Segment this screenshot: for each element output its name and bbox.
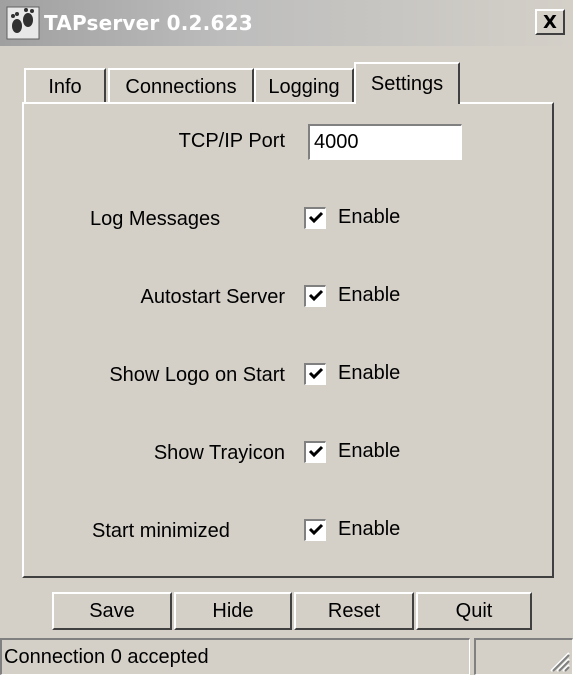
- start-minimized-checkbox-box[interactable]: [304, 518, 326, 541]
- show-logo-label: Show Logo on Start: [109, 364, 285, 386]
- log-messages-enable-label: Enable: [338, 206, 401, 228]
- tab-logging[interactable]: Logging: [254, 68, 354, 104]
- show-logo-checkbox[interactable]: Enable: [304, 362, 400, 385]
- autostart-server-enable-label: Enable: [338, 284, 401, 306]
- status-message: Connection 0 accepted: [0, 638, 470, 675]
- tab-info[interactable]: Info: [24, 68, 106, 104]
- show-trayicon-enable-label: Enable: [338, 440, 401, 462]
- checkmark-icon: [308, 289, 323, 302]
- log-messages-label: Log Messages: [90, 208, 221, 230]
- autostart-server-checkbox-box[interactable]: [304, 284, 326, 307]
- tab-settings-label: Settings: [370, 72, 444, 95]
- status-bar: Connection 0 accepted: [0, 638, 573, 675]
- tab-settings[interactable]: Settings: [354, 62, 460, 104]
- show-trayicon-checkbox-box[interactable]: [304, 440, 326, 463]
- title-bar: TAPserver 0.2.623 X: [0, 0, 573, 46]
- tab-info-label: Info: [48, 75, 82, 98]
- app-icon: [6, 6, 40, 40]
- show-trayicon-label: Show Trayicon: [153, 442, 285, 464]
- hide-button[interactable]: Hide: [174, 592, 292, 630]
- tab-connections[interactable]: Connections: [108, 68, 254, 104]
- quit-button[interactable]: Quit: [416, 592, 532, 630]
- settings-panel: [22, 102, 554, 578]
- show-trayicon-checkbox[interactable]: Enable: [304, 440, 400, 463]
- show-logo-checkbox-box[interactable]: [304, 362, 326, 385]
- close-button[interactable]: X: [535, 9, 565, 35]
- autostart-server-label: Autostart Server: [140, 286, 285, 308]
- log-messages-checkbox-box[interactable]: [304, 206, 326, 229]
- checkmark-icon: [308, 211, 323, 224]
- start-minimized-label: Start minimized: [92, 520, 230, 542]
- checkmark-icon: [308, 367, 323, 380]
- tab-connections-label: Connections: [125, 75, 237, 98]
- close-icon: X: [543, 11, 557, 33]
- start-minimized-checkbox[interactable]: Enable: [304, 518, 400, 541]
- checkmark-icon: [308, 445, 323, 458]
- port-label: TCP/IP Port: [178, 130, 285, 152]
- autostart-server-checkbox[interactable]: Enable: [304, 284, 400, 307]
- start-minimized-enable-label: Enable: [338, 518, 401, 540]
- port-input[interactable]: [308, 124, 462, 160]
- resize-grip-icon[interactable]: [545, 647, 571, 673]
- tab-logging-label: Logging: [268, 75, 340, 98]
- show-logo-enable-label: Enable: [338, 362, 401, 384]
- window-title: TAPserver 0.2.623: [44, 11, 253, 35]
- log-messages-checkbox[interactable]: Enable: [304, 206, 400, 229]
- reset-button[interactable]: Reset: [294, 592, 414, 630]
- checkmark-icon: [308, 523, 323, 536]
- save-button[interactable]: Save: [52, 592, 172, 630]
